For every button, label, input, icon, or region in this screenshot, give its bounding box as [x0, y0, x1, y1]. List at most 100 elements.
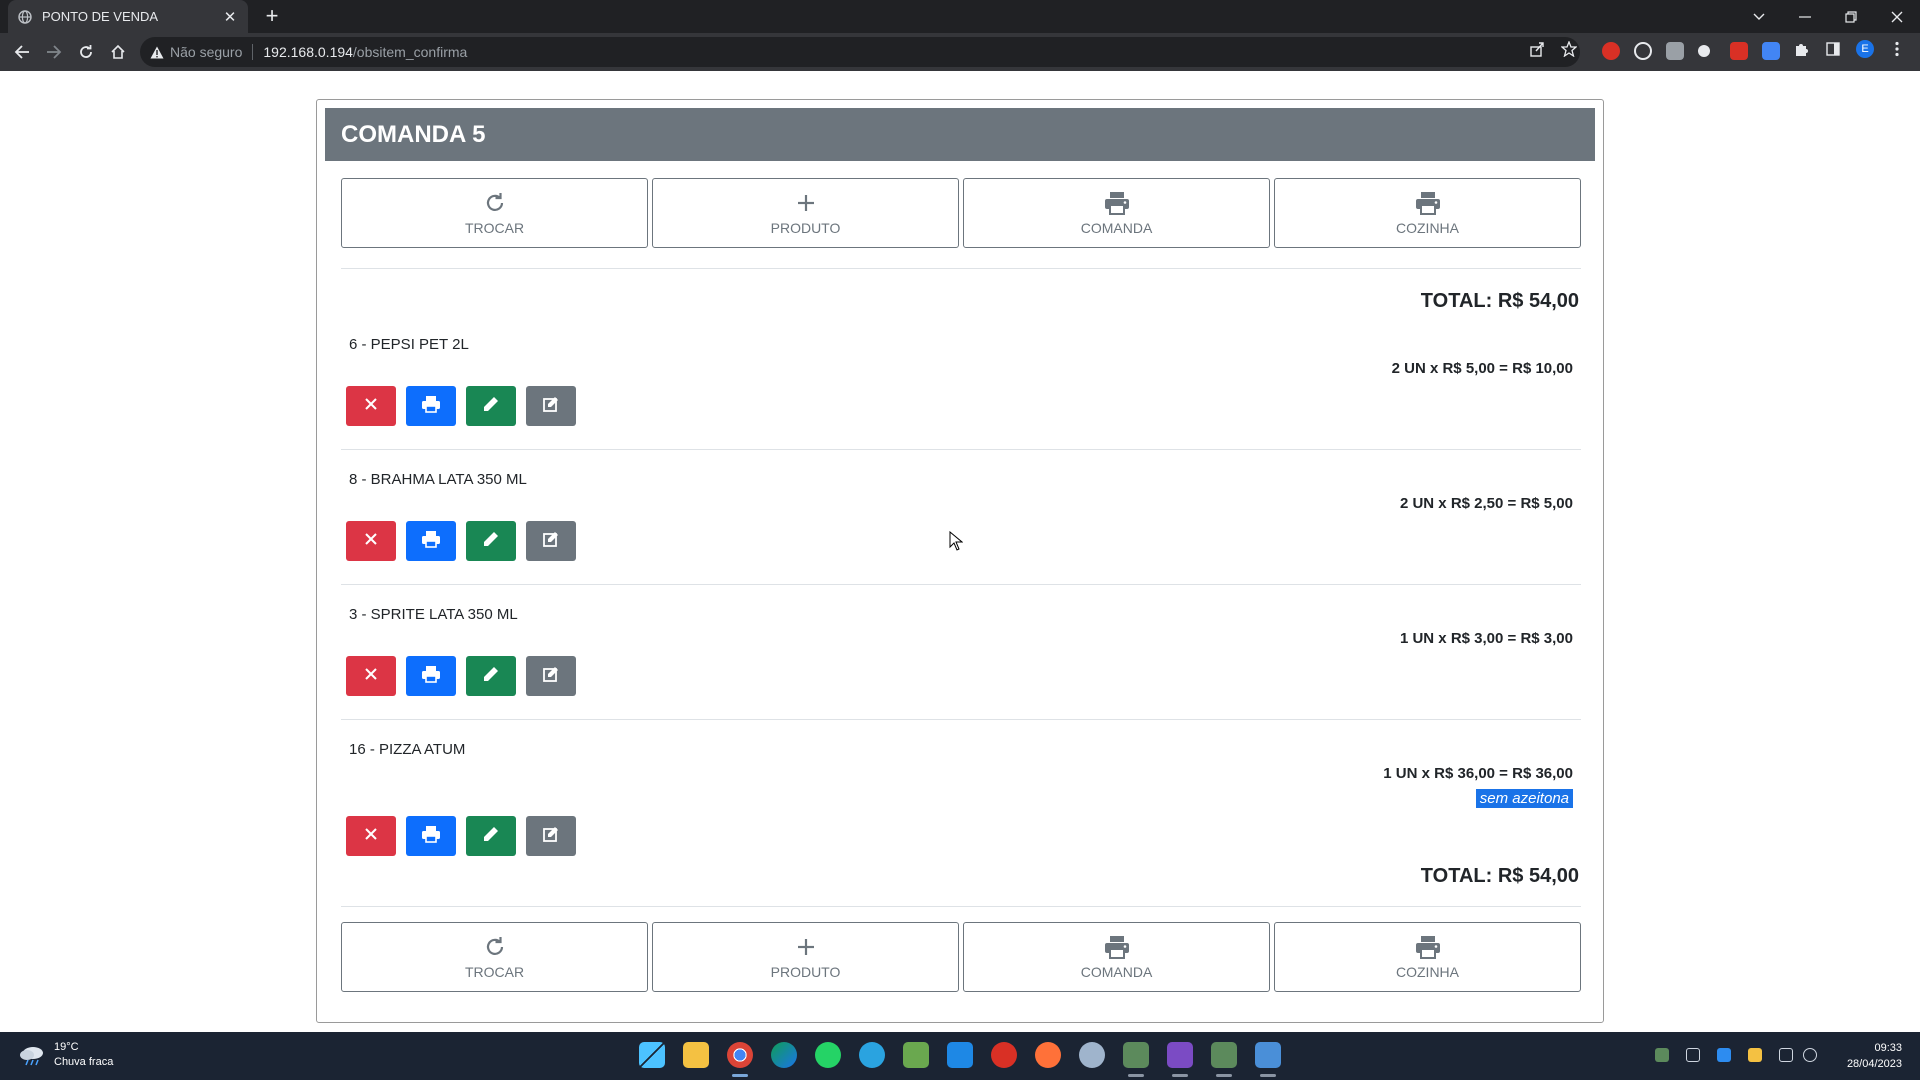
remote-app-icon[interactable]	[947, 1042, 973, 1068]
network-icon[interactable]	[1779, 1048, 1793, 1062]
cloud-icon[interactable]	[1748, 1048, 1762, 1062]
obs-item-button[interactable]	[526, 521, 576, 561]
edge-icon[interactable]	[771, 1042, 797, 1068]
chrome-icon[interactable]	[727, 1042, 753, 1068]
printer-icon	[421, 665, 441, 688]
warning-icon[interactable]	[150, 46, 164, 59]
profile-avatar[interactable]: E	[1856, 40, 1874, 58]
print-item-button[interactable]	[406, 521, 456, 561]
edit-item-button[interactable]	[466, 386, 516, 426]
settings-icon[interactable]	[1079, 1042, 1105, 1068]
divider	[341, 719, 1581, 720]
edit-note-icon	[543, 826, 559, 847]
remove-item-button[interactable]	[346, 656, 396, 696]
edit-item-button[interactable]	[466, 656, 516, 696]
trocar-label: TROCAR	[464, 220, 525, 236]
remove-item-button[interactable]	[346, 521, 396, 561]
start-icon[interactable]	[639, 1042, 665, 1068]
extension-icon[interactable]	[1698, 45, 1710, 57]
new-tab-button[interactable]: +	[260, 5, 284, 29]
tab-title: PONTO DE VENDA	[42, 9, 159, 24]
sidepanel-icon[interactable]	[1824, 40, 1842, 58]
print-item-button[interactable]	[406, 656, 456, 696]
plus-icon	[796, 190, 816, 216]
pencil-icon	[483, 396, 499, 417]
extension-icon[interactable]	[1602, 42, 1620, 60]
url-host: 192.168.0.194	[263, 44, 353, 60]
extension-icon[interactable]	[1666, 42, 1684, 60]
app-icon[interactable]	[991, 1042, 1017, 1068]
divider	[341, 584, 1581, 585]
item-observation[interactable]: sem azeitona	[1475, 789, 1573, 808]
security-label[interactable]: Não seguro	[170, 44, 242, 60]
comanda-print-button[interactable]: COMANDA	[963, 922, 1270, 992]
clock-time: 09:33	[1874, 1042, 1902, 1054]
divider	[252, 44, 254, 60]
running-indicator	[1216, 1074, 1232, 1077]
translate-extension-icon[interactable]	[1762, 42, 1780, 60]
edit-item-button[interactable]	[466, 816, 516, 856]
produto-label: PRODUTO	[770, 964, 841, 980]
mail-extension-icon[interactable]	[1730, 42, 1748, 60]
close-icon	[364, 397, 378, 416]
trocar-button[interactable]: TROCAR	[341, 922, 648, 992]
tab-search-icon[interactable]	[1736, 0, 1782, 33]
cozinha-print-button[interactable]: COZINHA	[1274, 178, 1581, 248]
browser-tabbar: PONTO DE VENDA ✕ +	[0, 0, 1920, 33]
cozinha-print-button[interactable]: COZINHA	[1274, 922, 1581, 992]
whatsapp-icon[interactable]	[815, 1042, 841, 1068]
minimize-icon[interactable]	[1782, 0, 1828, 33]
pencil-icon	[483, 666, 499, 687]
edit-item-button[interactable]	[466, 521, 516, 561]
taskbar-clock[interactable]: 09:33 28/04/2023	[1847, 1040, 1902, 1072]
app-icon[interactable]	[1211, 1042, 1237, 1068]
reload-icon[interactable]	[74, 40, 98, 64]
restore-icon[interactable]	[1828, 0, 1874, 33]
file-explorer-icon[interactable]	[683, 1042, 709, 1068]
telegram-icon[interactable]	[859, 1042, 885, 1068]
tray-app-icon[interactable]	[1655, 1048, 1669, 1062]
item-name: 16 - PIZZA ATUM	[349, 741, 466, 758]
forward-icon[interactable]	[42, 40, 66, 64]
remove-item-button[interactable]	[346, 386, 396, 426]
firefox-icon[interactable]	[1035, 1042, 1061, 1068]
produto-button[interactable]: PRODUTO	[652, 922, 959, 992]
close-tab-icon[interactable]: ✕	[222, 9, 238, 26]
video-editor-icon[interactable]	[1167, 1042, 1193, 1068]
print-item-button[interactable]	[406, 816, 456, 856]
usb-icon[interactable]	[1686, 1048, 1700, 1062]
active-indicator	[732, 1074, 748, 1077]
menu-icon[interactable]	[1888, 40, 1906, 58]
close-window-icon[interactable]	[1874, 0, 1920, 33]
trocar-button[interactable]: TROCAR	[341, 178, 648, 248]
weather-description: Chuva fraca	[54, 1056, 114, 1068]
back-icon[interactable]	[10, 40, 34, 64]
running-indicator	[1172, 1074, 1188, 1077]
star-icon[interactable]	[1560, 40, 1578, 58]
print-item-button[interactable]	[406, 386, 456, 426]
notepad-icon[interactable]	[1255, 1042, 1281, 1068]
spreadsheet-icon[interactable]	[903, 1042, 929, 1068]
obs-item-button[interactable]	[526, 816, 576, 856]
total-top: TOTAL: R$ 54,00	[1420, 290, 1579, 312]
comanda-print-button[interactable]: COMANDA	[963, 178, 1270, 248]
plus-icon	[796, 934, 816, 960]
obs-item-button[interactable]	[526, 656, 576, 696]
home-icon[interactable]	[106, 40, 130, 64]
security-icon[interactable]	[1717, 1048, 1731, 1062]
puzzle-icon[interactable]	[1792, 40, 1810, 58]
browser-tab[interactable]: PONTO DE VENDA ✕	[8, 0, 248, 33]
app-icon[interactable]	[1123, 1042, 1149, 1068]
edit-note-icon	[543, 531, 559, 552]
address-bar[interactable]: Não seguro 192.168.0.194/obsitem_confirm…	[140, 37, 1580, 67]
produto-button[interactable]: PRODUTO	[652, 178, 959, 248]
extension-icon[interactable]	[1634, 42, 1652, 60]
volume-icon[interactable]	[1803, 1048, 1817, 1062]
obs-item-button[interactable]	[526, 386, 576, 426]
pencil-icon	[483, 826, 499, 847]
weather-widget[interactable]: 19°C Chuva fraca	[18, 1040, 113, 1070]
share-icon[interactable]	[1528, 40, 1546, 58]
edit-note-icon	[543, 666, 559, 687]
remove-item-button[interactable]	[346, 816, 396, 856]
item-actions	[346, 386, 576, 426]
